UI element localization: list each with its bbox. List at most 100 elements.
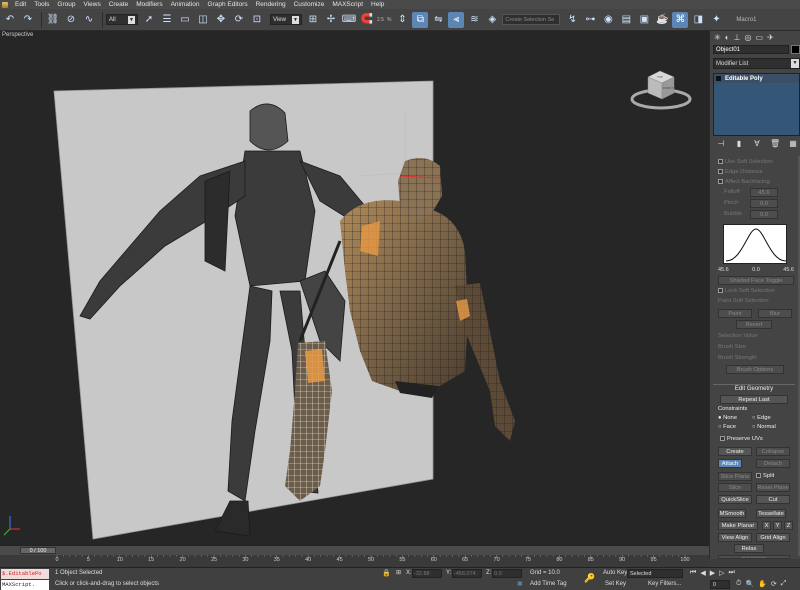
schematic-view-icon[interactable]: ⊶ xyxy=(582,12,598,28)
z-coord-field[interactable]: 0.0 xyxy=(492,569,522,578)
constraint-edge-radio[interactable]: ○ Edge xyxy=(752,415,771,421)
previous-frame-icon[interactable]: ◀ xyxy=(700,569,705,577)
create-tab-icon[interactable]: ✳ xyxy=(714,33,721,42)
percent-snap-label[interactable]: % xyxy=(387,17,391,23)
zoom-icon[interactable]: 🔍 xyxy=(745,580,754,588)
menu-modifiers[interactable]: Modifiers xyxy=(132,0,166,9)
key-icon[interactable]: 🔑 xyxy=(584,573,595,584)
planar-x-button[interactable]: X xyxy=(762,521,771,530)
graphite-tools-icon[interactable]: ◈ xyxy=(484,12,500,28)
tessellate-button[interactable]: Tessellate xyxy=(756,509,786,518)
bind-space-warp-icon[interactable]: ∿ xyxy=(81,12,97,28)
stack-item-editable-poly[interactable]: Editable Poly xyxy=(714,74,799,83)
create-button[interactable]: Create xyxy=(718,447,752,456)
menu-views[interactable]: Views xyxy=(79,0,104,9)
rendered-frame-window-icon[interactable]: ▣ xyxy=(636,12,652,28)
maximize-viewport-icon[interactable]: ⤢ xyxy=(781,580,787,588)
next-frame-icon[interactable]: ▷ xyxy=(719,569,724,577)
menu-group[interactable]: Group xyxy=(53,0,79,9)
absolute-mode-icon[interactable]: ⊞ xyxy=(396,569,401,576)
repeat-last-button[interactable]: Repeat Last xyxy=(720,395,788,404)
isolate-icon[interactable]: ◨ xyxy=(690,12,706,28)
affect-backfacing-checkbox[interactable]: Affect Backfacing xyxy=(718,179,770,185)
edge-distance-checkbox[interactable]: Edge Distance xyxy=(718,169,763,175)
selection-region-icon[interactable]: ▭ xyxy=(177,12,193,28)
key-mode-dropdown[interactable]: Selected xyxy=(627,569,683,578)
menu-create[interactable]: Create xyxy=(105,0,133,9)
redo-icon[interactable]: ↷ xyxy=(20,12,36,28)
detach-button[interactable]: Detach xyxy=(756,459,790,468)
show-end-result-icon[interactable]: ▮ xyxy=(734,139,744,149)
angle-snap-label[interactable]: 2.5 xyxy=(377,17,384,23)
select-manipulate-icon[interactable]: ✢ xyxy=(323,12,339,28)
grid-align-button[interactable]: Grid Align xyxy=(756,533,790,542)
hierarchy-tab-icon[interactable]: ⊥ xyxy=(734,33,741,42)
layer-manager-icon[interactable]: ≋ xyxy=(466,12,482,28)
viewcube[interactable]: TOP FRONT xyxy=(630,69,692,113)
planar-z-button[interactable]: Z xyxy=(784,521,793,530)
render-iterative-icon[interactable]: ⌘ xyxy=(672,11,689,28)
constraint-normal-radio[interactable]: ○ Normal xyxy=(752,424,776,430)
x-coord-field[interactable]: -32.88 xyxy=(412,569,442,578)
configure-modifier-sets-icon[interactable]: ▦ xyxy=(788,139,798,149)
link-icon[interactable]: ⛓ xyxy=(45,12,61,28)
time-tag-icon[interactable]: ▣ xyxy=(517,580,523,587)
add-time-tag-label[interactable]: Add Time Tag xyxy=(530,581,567,587)
lock-soft-selection-checkbox[interactable]: Lock Soft Selection xyxy=(718,288,775,294)
reset-plane-button[interactable]: Reset Plane xyxy=(756,483,790,492)
make-planar-button[interactable]: Make Planar xyxy=(718,521,758,530)
time-slider-handle[interactable]: 0 / 100 xyxy=(20,547,56,554)
planar-y-button[interactable]: Y xyxy=(773,521,782,530)
go-to-end-icon[interactable]: ⏭ xyxy=(728,569,734,577)
select-object-icon[interactable]: ➚ xyxy=(141,12,157,28)
key-filters-button[interactable]: Key Filters... xyxy=(648,581,681,587)
falloff-spinner[interactable]: 45.6 xyxy=(750,188,778,197)
select-by-name-icon[interactable]: ☰ xyxy=(159,12,175,28)
object-color-swatch[interactable] xyxy=(791,45,800,54)
remove-modifier-icon[interactable]: 🗑 xyxy=(770,139,780,149)
pinch-spinner[interactable]: 0.0 xyxy=(750,199,778,208)
constraint-face-radio[interactable]: ○ Face xyxy=(718,424,736,430)
preserve-uvs-checkbox[interactable]: Preserve UVs xyxy=(720,436,763,442)
attach-button[interactable]: Attach xyxy=(718,459,742,468)
perspective-viewport[interactable]: Perspective TOP FRONT xyxy=(0,31,709,545)
use-soft-selection-checkbox[interactable]: Use Soft Selection xyxy=(718,159,773,165)
select-move-icon[interactable]: ✥ xyxy=(213,12,229,28)
msmooth-button[interactable]: MSmooth xyxy=(718,509,746,518)
object-name-input[interactable]: Object01 xyxy=(713,45,789,54)
keyboard-shortcut-override-icon[interactable]: ⌨ xyxy=(341,12,357,28)
align-icon[interactable]: ⫷ xyxy=(448,11,465,28)
menu-animation[interactable]: Animation xyxy=(167,0,204,9)
mirror-icon[interactable]: ⇋ xyxy=(430,12,446,28)
unlink-icon[interactable]: ⊘ xyxy=(63,12,79,28)
pivot-center-icon[interactable]: ⊞ xyxy=(305,12,321,28)
menu-maxscript[interactable]: MAXScript xyxy=(328,0,367,9)
blur-button[interactable]: Blur xyxy=(758,309,792,318)
split-checkbox[interactable]: Split xyxy=(756,473,774,479)
relax-button[interactable]: Relax xyxy=(734,544,764,553)
spinner-snap-icon[interactable]: ⇕ xyxy=(394,12,410,28)
display-tab-icon[interactable]: ▭ xyxy=(756,33,764,42)
render-production-icon[interactable]: ☕ xyxy=(654,12,670,28)
maxscript-listener-output[interactable]: $.EditablePo xyxy=(1,569,49,579)
motion-tab-icon[interactable]: ◎ xyxy=(745,33,752,42)
menu-edit[interactable]: Edit xyxy=(11,0,30,9)
paint-button[interactable]: Paint xyxy=(718,309,752,318)
custom-tool-icon[interactable]: ✦ xyxy=(708,12,724,28)
brush-options-button[interactable]: Brush Options xyxy=(726,365,784,374)
slice-button[interactable]: Slice xyxy=(718,483,752,492)
undo-icon[interactable]: ↶ xyxy=(2,12,18,28)
cut-button[interactable]: Cut xyxy=(756,495,790,504)
menu-tools[interactable]: Tools xyxy=(30,0,53,9)
macro-label[interactable]: Macro1 xyxy=(736,17,756,23)
time-configuration-icon[interactable]: ⏱ xyxy=(736,580,741,588)
select-scale-icon[interactable]: ⊡ xyxy=(249,12,265,28)
make-unique-icon[interactable]: ∀ xyxy=(752,139,762,149)
select-rotate-icon[interactable]: ⟳ xyxy=(231,12,247,28)
utilities-tab-icon[interactable]: ✈ xyxy=(767,33,774,42)
app-logo-icon[interactable] xyxy=(2,1,8,8)
menu-graph-editors[interactable]: Graph Editors xyxy=(204,0,252,9)
set-key-button[interactable]: Set Key xyxy=(605,581,626,587)
y-coord-field[interactable]: -456.074 xyxy=(452,569,482,578)
pan-icon[interactable]: ✋ xyxy=(758,580,767,588)
